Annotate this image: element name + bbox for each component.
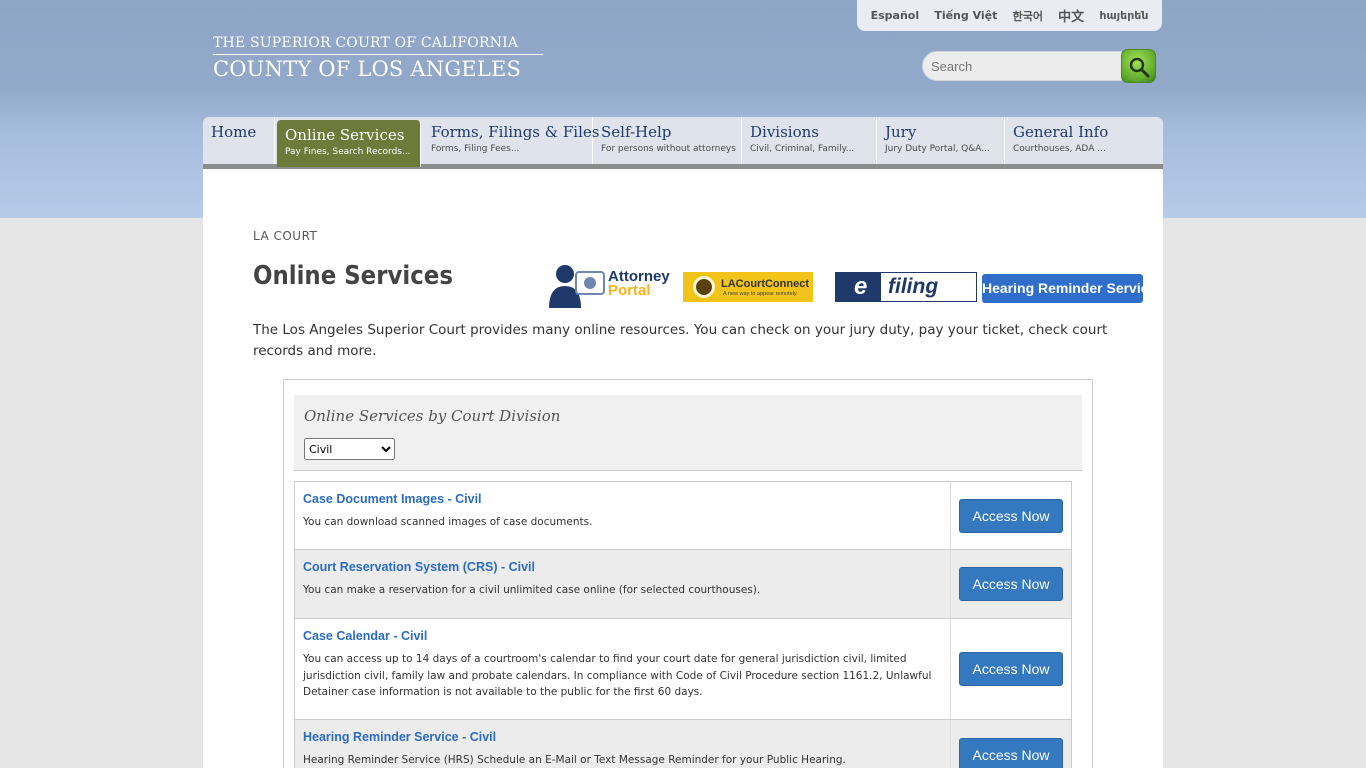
efiling-e-letter: e [854,273,868,300]
service-description: Hearing Reminder Service (HRS) Schedule … [303,754,846,766]
nav-self-help-title: Self-Help [601,123,672,141]
nav-forms[interactable]: Forms, Filings & Files Forms, Filing Fee… [423,117,600,164]
breadcrumb[interactable]: LA COURT [253,229,317,243]
efiling-link[interactable]: e filing [835,272,977,302]
language-bar: Español Tiếng Việt 한국어 中文 հայերեն [857,0,1162,31]
nav-forms-title: Forms, Filings & Files [431,123,600,141]
attorney-portal-word-portal: Portal [608,282,651,299]
page-title: Online Services [253,261,453,291]
attorney-person-icon [549,265,605,308]
nav-jury-sub: Jury Duty Portal, Q&A... [885,144,990,154]
hearing-reminder-service-link[interactable]: Hearing Reminder Service [982,274,1143,303]
service-title-link[interactable]: Court Reservation System (CRS) - Civil [303,560,942,574]
nav-online-services-title: Online Services [285,126,405,144]
division-select[interactable]: Civil [304,438,395,460]
nav-jury[interactable]: Jury Jury Duty Portal, Q&A... [877,117,1005,164]
nav-general-info-title: General Info [1013,123,1109,141]
nav-general-info[interactable]: General Info Courthouses, ADA ... [1005,117,1163,164]
service-title-link[interactable]: Case Document Images - Civil [303,492,942,506]
main-content: LA COURT Online Services Attorney Portal… [203,169,1163,768]
service-row: Court Reservation System (CRS) - Civil Y… [295,550,1071,619]
service-row: Case Calendar - Civil You can access up … [295,619,1071,720]
service-description: You can make a reservation for a civil u… [303,584,761,596]
lacourtconnect-link[interactable]: LACourtConnect A new way to appear remot… [683,272,813,302]
lang-vietnamese[interactable]: Tiếng Việt [934,9,997,22]
access-now-button[interactable]: Access Now [959,652,1063,686]
lacourtconnect-seal-icon [693,276,715,298]
logo-line-2: COUNTY OF LOS ANGELES [213,57,522,81]
services-table: Case Document Images - Civil You can dow… [294,481,1072,768]
service-description: You can access up to 14 days of a courtr… [303,653,932,698]
lang-chinese[interactable]: 中文 [1058,6,1084,25]
division-heading: Online Services by Court Division [304,407,561,425]
service-description: You can download scanned images of case … [303,516,593,528]
services-panel: Online Services by Court Division Civil … [283,379,1093,768]
magnifier-icon [1129,57,1150,78]
intro-text: The Los Angeles Superior Court provides … [253,322,1108,359]
nav-divisions-title: Divisions [750,123,819,141]
nav-forms-sub: Forms, Filing Fees... [431,144,520,154]
lang-spanish[interactable]: Español [871,9,920,22]
lacourtconnect-name: LACourtConnect [721,278,809,290]
search-input[interactable] [922,51,1122,81]
access-now-button[interactable]: Access Now [959,567,1063,601]
lang-korean[interactable]: 한국어 [1013,8,1043,24]
efiling-word: filing [888,275,939,298]
access-now-button[interactable]: Access Now [959,737,1063,768]
nav-home[interactable]: Home [203,117,275,164]
nav-online-services-sub: Pay Fines, Search Records... [285,147,411,157]
nav-general-info-sub: Courthouses, ADA ... [1013,144,1106,154]
lang-armenian[interactable]: հայերեն [1099,9,1148,22]
nav-divisions-sub: Civil, Criminal, Family... [750,144,855,154]
lacourtconnect-tagline: A new way to appear remotely. [723,291,798,297]
search-button[interactable] [1121,49,1156,83]
nav-self-help[interactable]: Self-Help For persons without attorneys [593,117,742,164]
main-nav: Home Online Services Pay Fines, Search R… [203,117,1163,169]
nav-jury-title: Jury [885,123,917,141]
nav-divisions[interactable]: Divisions Civil, Criminal, Family... [742,117,877,164]
access-now-button[interactable]: Access Now [959,498,1063,533]
division-filter: Online Services by Court Division Civil [294,395,1082,471]
service-title-link[interactable]: Hearing Reminder Service - Civil [303,730,942,744]
nav-online-services[interactable]: Online Services Pay Fines, Search Record… [277,120,421,167]
nav-self-help-sub: For persons without attorneys [601,144,736,154]
service-row: Hearing Reminder Service - Civil Hearing… [295,720,1071,768]
service-row: Case Document Images - Civil You can dow… [295,482,1071,550]
court-logo[interactable]: THE SUPERIOR COURT OF CALIFORNIA COUNTY … [213,35,543,81]
logo-line-1: THE SUPERIOR COURT OF CALIFORNIA [213,35,543,55]
service-title-link[interactable]: Case Calendar - Civil [303,629,942,643]
nav-home-title: Home [211,123,257,141]
attorney-portal-link[interactable]: Attorney Portal [548,264,674,308]
